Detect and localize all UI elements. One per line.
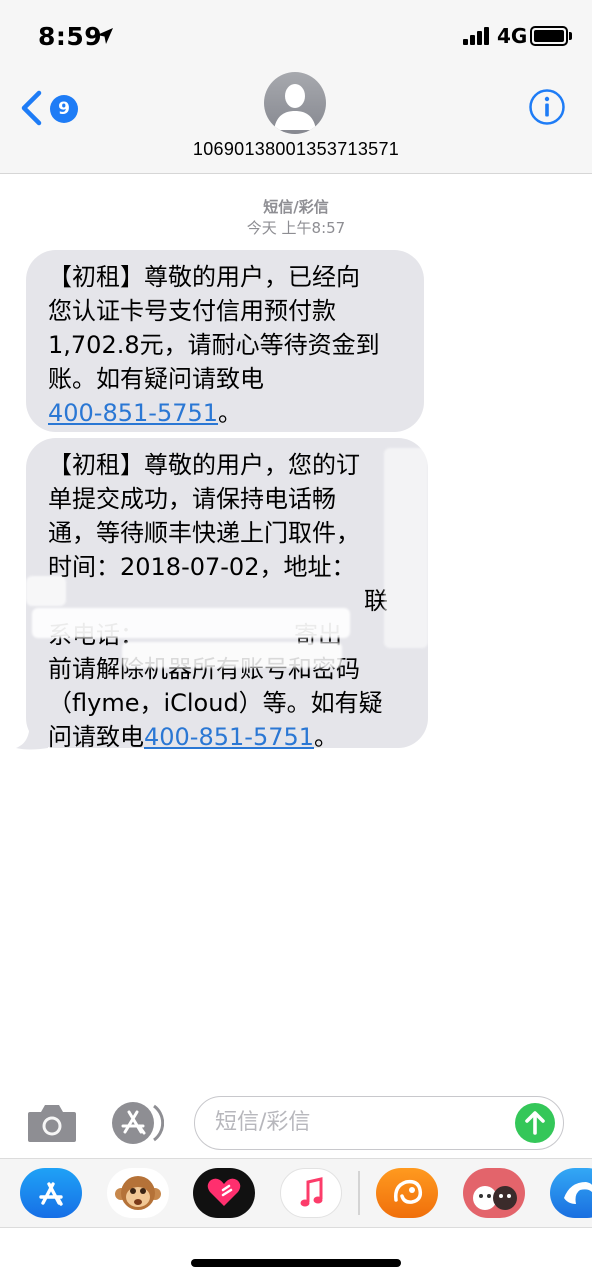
message-line: 单提交成功，请保持电话畅 [48, 485, 336, 513]
message-line-with-link: 400-851-5751。 [48, 396, 402, 430]
camera-icon[interactable] [26, 1102, 78, 1144]
network-type: 4G [497, 24, 528, 48]
app-store-icon[interactable] [20, 1168, 82, 1218]
compose-field[interactable] [194, 1096, 564, 1150]
conversation-header: 9 10690138001353713571 [0, 70, 592, 174]
redaction-mark [26, 576, 66, 606]
drawer-divider [358, 1171, 360, 1215]
arrow-up-icon [525, 1111, 545, 1135]
message-suffix: 。 [218, 399, 243, 427]
phone-link[interactable]: 400-851-5751 [48, 399, 218, 427]
status-bar: 8:59 4G [0, 0, 592, 70]
send-button[interactable] [515, 1103, 555, 1143]
service-label: 短信/彩信 [263, 198, 329, 216]
message-line: 【初租】尊敬的用户，已经向 [48, 263, 360, 291]
app-store-drawer-icon[interactable] [110, 1100, 164, 1146]
status-time: 8:59 [38, 22, 103, 51]
back-button[interactable]: 9 [14, 88, 78, 128]
chevron-left-icon [21, 90, 42, 126]
message-fragment: 问请致电 [48, 723, 144, 751]
message-line: 1,702.8元，请耐心等待资金到 [48, 331, 380, 359]
message-suffix: 。 [314, 723, 339, 751]
redaction-mark [122, 642, 342, 668]
digital-touch-heart-icon[interactable] [193, 1168, 255, 1218]
uc-browser-icon[interactable] [376, 1168, 438, 1218]
sticker-app-icon[interactable] [463, 1168, 525, 1218]
message-line: 通，等待顺丰快递上门取件， [48, 519, 360, 547]
message-line: 账。如有疑问请致电 [48, 365, 264, 393]
message-line: 时间：2018-07-02，地址： [48, 553, 356, 581]
message-line: 您认证卡号支付信用预付款 [48, 297, 336, 325]
phone-link[interactable]: 400-851-5751 [144, 723, 314, 751]
battery-icon [530, 26, 568, 46]
person-silhouette-icon [274, 84, 316, 130]
redaction-mark [384, 448, 428, 648]
home-indicator[interactable] [191, 1259, 401, 1267]
redaction-mark [32, 608, 350, 638]
info-icon[interactable] [528, 88, 566, 126]
animoji-monkey-icon[interactable] [107, 1168, 169, 1218]
message-bubble[interactable]: 【初租】尊敬的用户，您的订 单提交成功，请保持电话畅 通，等待顺丰快递上门取件，… [26, 438, 428, 751]
message-line: （flyme，iCloud）等。如有疑 [48, 689, 383, 717]
dolphin-app-icon[interactable] [550, 1168, 592, 1218]
message-bubble[interactable]: 【初租】尊敬的用户，已经向 您认证卡号支付信用预付款 1,702.8元，请耐心等… [26, 250, 424, 432]
cellular-signal-icon [463, 27, 491, 45]
message-line: 【初租】尊敬的用户，您的订 [48, 451, 360, 479]
imessage-app-drawer [0, 1158, 592, 1228]
message-timestamp: 今天 上午8:57 [246, 219, 346, 237]
battery-cap [569, 32, 572, 40]
message-input[interactable] [215, 1110, 505, 1135]
message-line-with-link: 问请致电400-851-5751。 [48, 720, 406, 754]
location-arrow-icon [97, 28, 113, 44]
contact-avatar[interactable] [264, 72, 326, 134]
bubble-tail [16, 720, 48, 750]
unread-count-badge: 9 [50, 95, 78, 123]
music-icon[interactable] [280, 1168, 342, 1218]
contact-number[interactable]: 10690138001353713571 [0, 139, 592, 160]
